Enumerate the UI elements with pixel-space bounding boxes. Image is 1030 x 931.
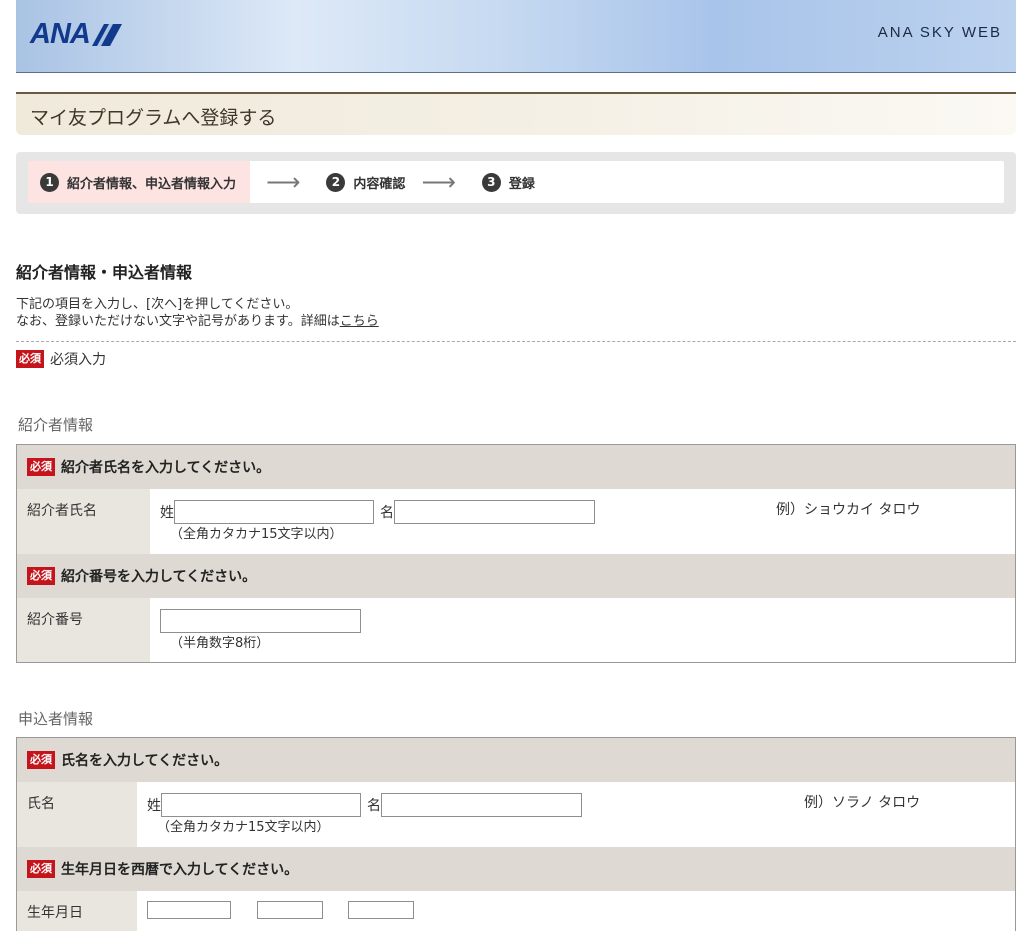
required-badge: 必須 bbox=[27, 567, 55, 585]
question-text: 氏名を入力してください。 bbox=[61, 753, 229, 769]
intro-line-1: 下記の項目を入力し、[次へ]を押してください。 bbox=[16, 297, 299, 312]
step-label: 紹介者情報、申込者情報入力 bbox=[67, 176, 237, 192]
intro-text: 下記の項目を入力し、[次へ]を押してください。 なお、登録いただけない文字や記号… bbox=[16, 296, 379, 330]
step-number-icon: 3 bbox=[481, 172, 501, 192]
arrow-right-icon: ⟶ bbox=[266, 168, 301, 196]
question-text: 生年月日を西暦で入力してください。 bbox=[61, 862, 299, 878]
applicant-group-label: 申込者情報 bbox=[18, 710, 94, 728]
details-link[interactable]: こちら bbox=[340, 314, 379, 329]
ana-wing-icon bbox=[91, 23, 122, 46]
number-hint: （半角数字8桁） bbox=[170, 636, 270, 651]
step-label: 登録 bbox=[508, 176, 535, 192]
section-title: 紹介者情報・申込者情報 bbox=[16, 263, 193, 282]
step-3: 3 登録 bbox=[481, 161, 535, 203]
intro-line-2-text: なお、登録いただけない文字や記号があります。詳細は bbox=[16, 314, 340, 329]
applicant-table: 必須 氏名を入力してください。 氏名 姓 名 （全角カタカナ15文字以内） 例）… bbox=[16, 737, 1016, 931]
applicant-last-name-input[interactable] bbox=[161, 793, 361, 817]
step-2: 2 内容確認 bbox=[326, 161, 405, 203]
name-example: 例）ショウカイ タロウ bbox=[776, 502, 921, 518]
last-name-prefix: 姓 bbox=[147, 798, 161, 814]
applicant-birth-question: 必須 生年月日を西暦で入力してください。 bbox=[17, 847, 1015, 891]
ana-logo[interactable]: ANA bbox=[30, 18, 122, 51]
field-label: 紹介番号 bbox=[17, 598, 150, 662]
page-wrapper: ANA ANA SKY WEB マイ友プログラムへ登録する 1 紹介者情報、申込… bbox=[16, 0, 1016, 931]
applicant-birth-row: 生年月日 bbox=[17, 891, 1015, 931]
required-badge: 必須 bbox=[27, 860, 55, 878]
referrer-number-row: 紹介番号 （半角数字8桁） bbox=[17, 598, 1015, 662]
site-name[interactable]: ANA SKY WEB bbox=[878, 24, 1002, 41]
step-number-icon: 2 bbox=[326, 172, 346, 192]
referrer-table: 必須 紹介者氏名を入力してください。 紹介者氏名 姓 名 （全角カタカナ15文字… bbox=[16, 444, 1016, 663]
birth-day-select[interactable] bbox=[347, 901, 414, 919]
required-badge: 必須 bbox=[27, 458, 55, 476]
first-name-prefix: 名 bbox=[380, 505, 394, 521]
birth-year-select[interactable] bbox=[147, 901, 231, 919]
referrer-last-name-input[interactable] bbox=[174, 500, 374, 524]
field-label: 紹介者氏名 bbox=[17, 489, 150, 554]
applicant-name-row: 氏名 姓 名 （全角カタカナ15文字以内） 例）ソラノ タロウ bbox=[17, 782, 1015, 847]
step-label: 内容確認 bbox=[353, 176, 406, 192]
applicant-name-question: 必須 氏名を入力してください。 bbox=[17, 738, 1015, 782]
name-hint: （全角カタカナ15文字以内） bbox=[157, 820, 330, 835]
name-hint: （全角カタカナ15文字以内） bbox=[170, 527, 343, 542]
arrow-right-icon: ⟶ bbox=[421, 168, 456, 196]
first-name-prefix: 名 bbox=[367, 798, 381, 814]
page-title: マイ友プログラムへ登録する bbox=[16, 92, 1016, 135]
step-1: 1 紹介者情報、申込者情報入力 bbox=[28, 161, 251, 203]
question-text: 紹介者氏名を入力してください。 bbox=[61, 460, 271, 476]
site-header: ANA ANA SKY WEB bbox=[16, 0, 1016, 73]
intro-line-2: なお、登録いただけない文字や記号があります。詳細はこちら bbox=[16, 313, 379, 330]
required-legend-text: 必須入力 bbox=[50, 352, 106, 368]
referrer-name-question: 必須 紹介者氏名を入力してください。 bbox=[17, 445, 1015, 489]
referrer-number-question: 必須 紹介番号を入力してください。 bbox=[17, 554, 1015, 598]
referrer-name-row: 紹介者氏名 姓 名 （全角カタカナ15文字以内） 例）ショウカイ タロウ bbox=[17, 489, 1015, 554]
required-badge: 必須 bbox=[16, 350, 44, 368]
referrer-group-label: 紹介者情報 bbox=[18, 416, 94, 434]
question-text: 紹介番号を入力してください。 bbox=[61, 569, 257, 585]
last-name-prefix: 姓 bbox=[160, 505, 174, 521]
field-label: 氏名 bbox=[17, 782, 137, 847]
referral-number-input[interactable] bbox=[160, 609, 361, 633]
divider bbox=[16, 341, 1016, 342]
required-legend: 必須 必須入力 bbox=[16, 349, 106, 369]
field-label: 生年月日 bbox=[17, 891, 137, 931]
step-number-icon: 1 bbox=[40, 172, 59, 192]
birth-month-select[interactable] bbox=[257, 901, 324, 919]
applicant-first-name-input[interactable] bbox=[381, 793, 582, 817]
logo-text: ANA bbox=[30, 18, 91, 50]
progress-steps: 1 紹介者情報、申込者情報入力 ⟶ 2 内容確認 ⟶ 3 登録 bbox=[16, 152, 1016, 214]
required-badge: 必須 bbox=[27, 751, 55, 769]
name-example: 例）ソラノ タロウ bbox=[804, 795, 921, 811]
referrer-first-name-input[interactable] bbox=[394, 500, 595, 524]
